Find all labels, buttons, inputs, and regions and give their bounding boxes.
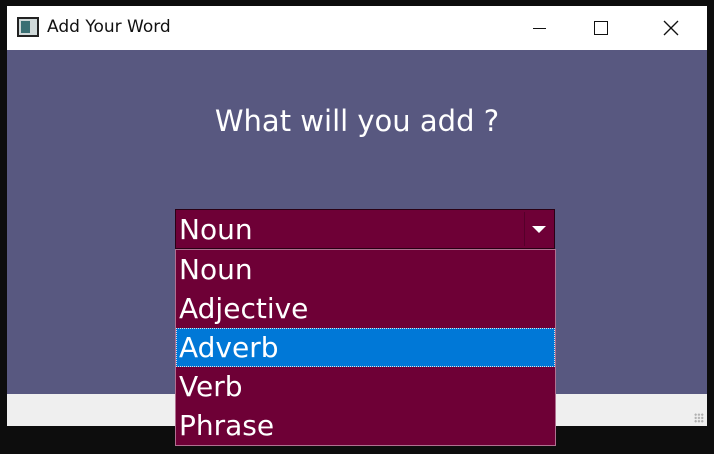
chevron-down-icon [531,225,546,233]
maximize-icon [594,21,608,35]
option-adverb[interactable]: Adverb [176,328,555,367]
maximize-button[interactable] [573,6,629,50]
title-bar[interactable]: Add Your Word [7,6,707,50]
app-window-icon [17,17,39,37]
close-button[interactable] [643,6,699,50]
resize-grip-icon[interactable] [694,413,704,423]
option-noun[interactable]: Noun [176,250,555,289]
combobox-value: Noun [179,213,253,246]
minimize-button[interactable] [511,6,567,50]
option-phrase[interactable]: Phrase [176,406,555,445]
option-verb[interactable]: Verb [176,367,555,406]
question-heading: What will you add ? [214,104,500,138]
option-adjective[interactable]: Adjective [176,289,555,328]
window-title: Add Your Word [47,17,171,37]
dropdown-arrow-button[interactable] [524,212,552,246]
word-type-dropdown-list: Noun Adjective Adverb Verb Phrase [175,249,556,446]
word-type-combobox[interactable]: Noun [175,209,555,249]
minimize-icon [532,27,546,29]
close-icon [663,20,679,36]
